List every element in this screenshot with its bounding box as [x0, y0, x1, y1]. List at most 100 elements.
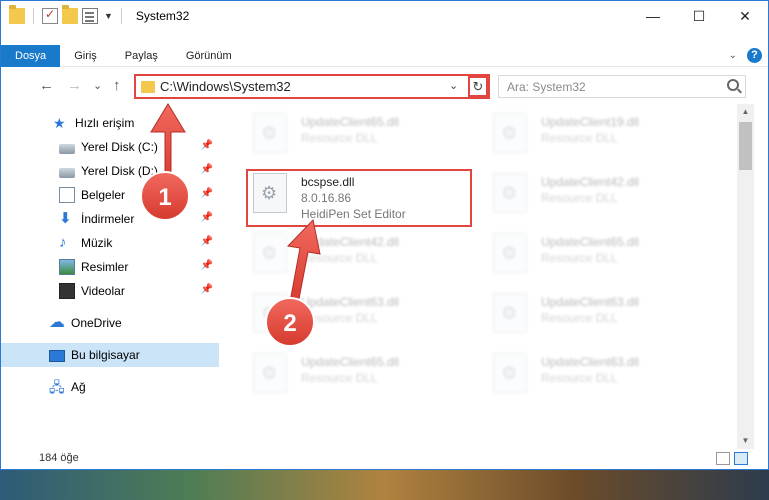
sidebar-item-this-pc[interactable]: Bu bilgisayar [1, 343, 219, 367]
explorer-window: ▼ System32 — ☐ ✕ Dosya Giriş Paylaş Görü… [0, 0, 769, 470]
back-button[interactable]: ← [39, 77, 54, 94]
file-description: Resource DLL [541, 311, 618, 325]
address-bar[interactable]: C:\Windows\System32 ⌄ ↻ [134, 74, 490, 99]
ribbon-tabs: Dosya Giriş Paylaş Görünüm ⌄ ? [1, 44, 768, 67]
list-item[interactable]: UpdateClient63.dll Resource DLL [247, 289, 477, 349]
close-button[interactable]: ✕ [722, 1, 768, 31]
sidebar-item-pictures[interactable]: Resimler 📌 [1, 255, 219, 279]
desktop-background [0, 470, 769, 500]
sidebar-item-label: Belgeler [81, 188, 126, 202]
view-toggle [716, 452, 748, 465]
sidebar-item-documents[interactable]: Belgeler 📌 [1, 183, 219, 207]
details-view-icon[interactable] [716, 452, 730, 465]
list-item[interactable]: UpdateClient19.dll Resource DLL [487, 109, 717, 169]
status-bar: 184 öğe [1, 449, 768, 469]
vertical-scrollbar[interactable]: ▲ ▼ [737, 104, 754, 449]
pin-icon[interactable]: 📌 [201, 260, 213, 271]
list-item[interactable]: UpdateClient63.dll Resource DLL [487, 289, 717, 349]
list-item[interactable]: UpdateClient65.dll Resource DLL [247, 109, 477, 169]
pin-icon[interactable]: 📌 [201, 284, 213, 295]
music-icon: ♪ [59, 234, 67, 251]
folder-icon[interactable] [9, 5, 25, 24]
dll-file-icon [253, 113, 287, 153]
pin-icon[interactable]: 📌 [201, 236, 213, 247]
sidebar-item-network[interactable]: 🖧 Ağ [1, 375, 219, 399]
properties-check-icon[interactable] [42, 7, 58, 24]
expand-ribbon-chevron-icon[interactable]: ⌄ [729, 50, 737, 61]
dll-file-icon [493, 233, 527, 273]
file-description: Resource DLL [541, 371, 618, 385]
help-icon[interactable]: ? [747, 48, 762, 63]
search-input[interactable]: Ara: System32 [507, 80, 586, 94]
downloads-icon: ⬇ [59, 210, 72, 227]
sidebar-item-label: Videolar [81, 284, 125, 298]
computer-icon [49, 350, 65, 362]
recent-locations-button[interactable]: ⌄ [93, 79, 102, 92]
file-description: Resource DLL [301, 131, 378, 145]
documents-icon [59, 187, 75, 203]
drive-icon [59, 167, 75, 178]
file-name: UpdateClient63.dll [541, 295, 640, 309]
file-name: UpdateClient42.dll [301, 235, 400, 249]
sidebar-item-label: Ağ [71, 380, 86, 394]
list-item[interactable]: UpdateClient63.dll Resource DLL [487, 349, 717, 409]
list-item[interactable]: UpdateClient42.dll Resource DLL [247, 229, 477, 289]
file-description: Resource DLL [301, 371, 378, 385]
sidebar-item-downloads[interactable]: ⬇ İndirmeler 📌 [1, 207, 219, 231]
properties-list-icon[interactable] [82, 8, 98, 24]
sidebar-item-label: OneDrive [71, 316, 122, 330]
pin-icon[interactable]: 📌 [201, 212, 213, 223]
drive-icon [59, 143, 75, 154]
sidebar-item-local-disk-d[interactable]: Yerel Disk (D:) 📌 [1, 159, 219, 183]
star-icon: ★ [53, 115, 66, 131]
scroll-thumb[interactable] [739, 122, 752, 170]
scroll-up-chevron-icon[interactable]: ▲ [737, 104, 754, 120]
file-description: Resource DLL [541, 251, 618, 265]
sidebar-item-quick-access[interactable]: ★ Hızlı erişim [1, 111, 219, 135]
search-box[interactable]: Ara: System32 [498, 75, 746, 98]
address-dropdown-chevron-icon[interactable]: ⌄ [449, 79, 458, 92]
pin-icon[interactable]: 📌 [201, 164, 213, 175]
file-description: Resource DLL [301, 251, 378, 265]
list-item[interactable]: UpdateClient65.dll Resource DLL [247, 349, 477, 409]
sidebar-item-local-disk-c[interactable]: Yerel Disk (C:) 📌 [1, 135, 219, 159]
item-count: 184 öğe [39, 452, 79, 464]
videos-icon [59, 283, 75, 299]
pin-icon[interactable]: 📌 [201, 188, 213, 199]
dll-file-icon [493, 113, 527, 153]
sidebar-item-videos[interactable]: Videolar 📌 [1, 279, 219, 303]
refresh-button[interactable]: ↻ [468, 76, 488, 97]
dll-file-icon [493, 353, 527, 393]
tab-share[interactable]: Paylaş [111, 45, 172, 67]
sidebar-item-music[interactable]: ♪ Müzik 📌 [1, 231, 219, 255]
tab-view[interactable]: Görünüm [172, 45, 246, 67]
sidebar-item-onedrive[interactable]: ☁ OneDrive [1, 311, 219, 335]
dll-file-icon [253, 233, 287, 273]
toolbar-divider [120, 8, 122, 24]
new-folder-icon[interactable] [62, 5, 78, 24]
file-name: UpdateClient63.dll [541, 355, 640, 369]
sidebar-item-label: İndirmeler [81, 212, 135, 226]
file-description: Resource DLL [301, 311, 378, 325]
address-path[interactable]: C:\Windows\System32 [160, 79, 291, 94]
minimize-button[interactable]: — [630, 1, 676, 31]
forward-button[interactable]: → [67, 77, 82, 94]
up-button[interactable]: ↑ [113, 77, 121, 94]
customize-toolbar-chevron-icon[interactable]: ▼ [104, 11, 113, 21]
tiles-view-icon[interactable] [734, 452, 748, 465]
tab-file[interactable]: Dosya [1, 44, 61, 67]
cloud-icon: ☁ [49, 314, 65, 331]
sidebar-item-label: Hızlı erişim [75, 116, 135, 130]
file-description: Resource DLL [541, 191, 618, 205]
pin-icon[interactable]: 📌 [201, 140, 213, 151]
window-controls: — ☐ ✕ [630, 1, 768, 31]
file-name: UpdateClient63.dll [301, 295, 400, 309]
scroll-down-chevron-icon[interactable]: ▼ [737, 433, 754, 449]
list-item[interactable]: UpdateClient42.dll Resource DLL [487, 169, 717, 229]
tab-home[interactable]: Giriş [60, 45, 111, 67]
maximize-button[interactable]: ☐ [676, 1, 722, 31]
dll-file-icon [253, 293, 287, 333]
title-bar: ▼ System32 — ☐ ✕ [1, 1, 768, 31]
sidebar-item-label: Resimler [81, 260, 129, 274]
list-item[interactable]: UpdateClient65.dll Resource DLL [487, 229, 717, 289]
